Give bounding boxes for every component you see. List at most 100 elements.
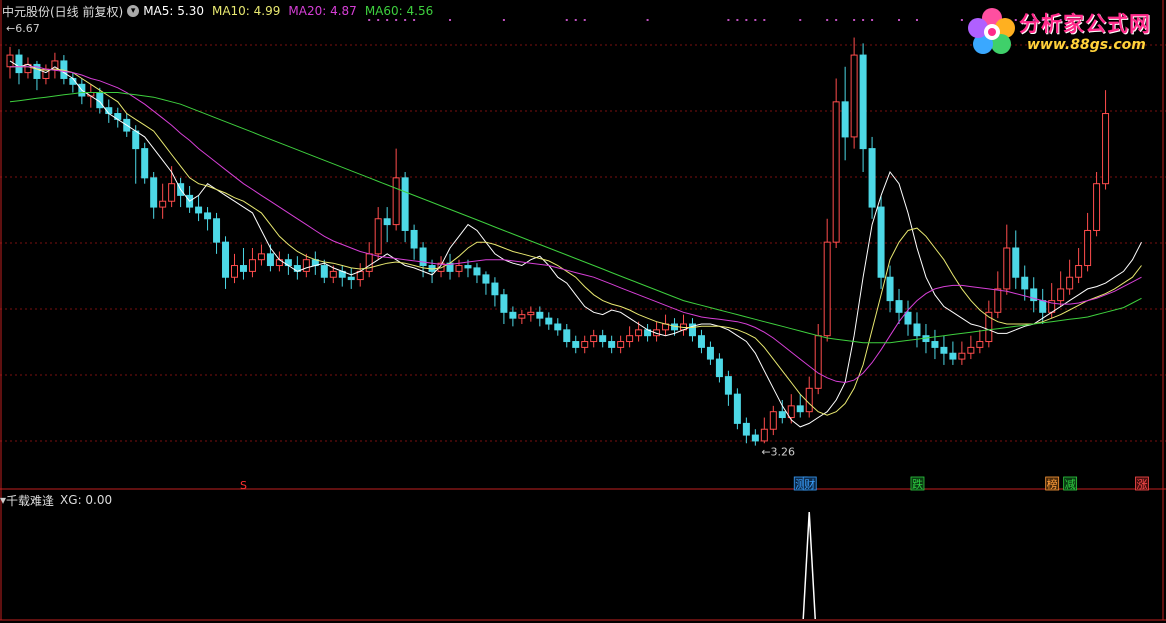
candle-body <box>1039 300 1047 313</box>
candle-body <box>554 323 562 331</box>
top-dot-marker <box>565 19 568 21</box>
logo-url: www.88gs.com <box>1027 37 1146 53</box>
top-dot-marker <box>826 19 829 21</box>
candle-body <box>697 335 705 348</box>
top-dot-marker <box>960 19 963 21</box>
top-dot-marker <box>574 19 577 21</box>
candle-body <box>15 54 23 74</box>
candle-body <box>967 346 975 354</box>
top-dot-marker <box>404 19 407 21</box>
indicator-header: ▾ 千载难逢 XG: 0.00 <box>0 492 112 508</box>
top-dot-marker <box>395 19 398 21</box>
candle-body <box>302 259 310 272</box>
candle-body <box>320 265 328 278</box>
candle-body <box>931 341 939 348</box>
candle-body <box>976 341 984 348</box>
candle-body <box>257 253 265 261</box>
candle-body <box>222 241 230 278</box>
top-dot-marker <box>386 19 389 21</box>
candle-body <box>949 352 957 360</box>
candle-body <box>374 218 382 255</box>
candle-body <box>958 352 966 360</box>
candle-body <box>733 393 741 424</box>
candle-body <box>347 276 355 281</box>
top-dot-marker <box>377 19 380 21</box>
candle-body <box>724 376 732 395</box>
logo: 分析家公式网 www.88gs.com <box>965 2 1160 60</box>
candle-body <box>1093 183 1101 231</box>
event-marker-label: 财 <box>804 477 815 491</box>
top-dot-marker <box>862 19 865 21</box>
candle-body <box>760 428 768 442</box>
event-marker[interactable]: 减 <box>1063 476 1078 491</box>
top-dot-marker <box>898 19 901 21</box>
top-dot-marker <box>915 19 918 21</box>
candle-body <box>572 341 580 348</box>
main-header: 中元股份(日线 前复权) ▾ MA5: 5.30 MA10: 4.99 MA20… <box>0 3 441 19</box>
stock-chart[interactable]: ←6.67←3.26S 测财跌榜减涨 <box>0 0 1166 623</box>
candle-body <box>491 282 499 296</box>
top-dot-marker <box>413 19 416 21</box>
candle-body <box>509 311 517 319</box>
candle-body <box>599 335 607 343</box>
candle-body <box>769 411 777 430</box>
indicator-name[interactable]: 千载难逢 <box>6 492 54 509</box>
event-marker-label: 涨 <box>1136 478 1147 491</box>
top-dot-marker <box>763 19 766 21</box>
candle-body <box>1057 288 1065 302</box>
ma-line-ma20 <box>10 66 1142 384</box>
event-marker-label: 减 <box>1065 478 1076 491</box>
candle-body <box>635 329 643 337</box>
candle-body <box>913 323 921 337</box>
candle-body <box>168 183 176 202</box>
candle-body <box>473 267 481 276</box>
candle-body <box>1012 247 1020 278</box>
candle-body <box>805 387 813 413</box>
candle-body <box>536 311 544 319</box>
candle-body <box>1102 113 1110 185</box>
candle-body <box>742 422 750 436</box>
stock-name[interactable]: 中元股份(日线 前复权) <box>2 3 123 20</box>
top-dot-marker <box>368 19 371 21</box>
top-dot-marker <box>745 19 748 21</box>
candle-body <box>617 341 625 348</box>
candle-body <box>132 130 140 150</box>
candle-body <box>877 206 885 278</box>
candle-body <box>401 177 409 231</box>
high-price-label: ←6.67 <box>6 22 40 35</box>
top-dot-marker <box>871 19 874 21</box>
ma60-value: MA60: 4.56 <box>364 4 434 18</box>
ma-line-ma5 <box>9 60 1142 428</box>
candle-body <box>159 200 167 208</box>
top-dot-marker <box>502 19 505 21</box>
top-dot-marker <box>583 19 586 21</box>
candle-body <box>904 311 912 325</box>
event-marker[interactable]: 跌 <box>910 476 925 491</box>
top-dot-marker <box>646 19 649 21</box>
event-marker[interactable]: 榜 <box>1045 476 1060 491</box>
ma10-value: MA10: 4.99 <box>211 4 281 18</box>
event-marker[interactable]: 涨 <box>1135 476 1149 491</box>
candle-body <box>518 314 526 319</box>
event-marker-label: 榜 <box>1047 477 1058 491</box>
dropdown-circle-icon[interactable]: ▾ <box>127 5 140 17</box>
candle-body <box>365 253 373 272</box>
top-dot-marker <box>853 19 856 21</box>
candle-body <box>464 265 472 269</box>
top-dot-marker <box>449 19 452 21</box>
candle-body <box>266 253 274 267</box>
candle-body <box>796 405 804 413</box>
top-dot-marker <box>736 19 739 21</box>
candle-body <box>1075 265 1083 278</box>
candle-body <box>482 274 490 284</box>
candle-body <box>455 265 463 272</box>
candle-body <box>715 358 723 378</box>
candle-body <box>832 101 840 243</box>
event-marker[interactable]: 财 <box>802 476 817 491</box>
candle-body <box>231 265 238 278</box>
ma5-value: MA5: 5.30 <box>143 4 204 18</box>
candle-body <box>204 212 212 220</box>
candle-body <box>940 346 948 354</box>
ma-line-ma60 <box>9 92 1142 344</box>
candle-body <box>994 288 1002 313</box>
